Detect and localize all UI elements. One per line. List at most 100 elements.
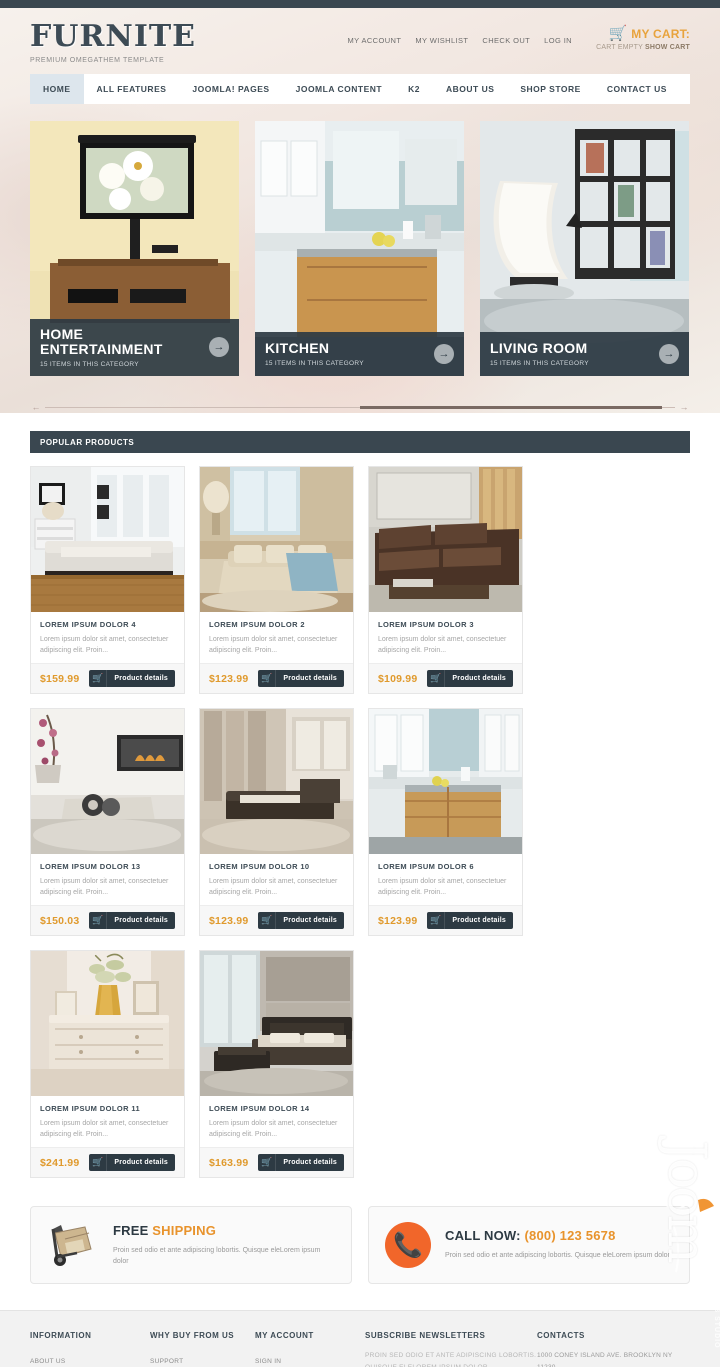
- product-details-label: Product details: [114, 1159, 168, 1166]
- slider-scrollbar[interactable]: ← →: [30, 401, 690, 413]
- cart-title: MY CART:: [631, 26, 690, 41]
- footer-column-why-buy: WHY BUY FROM US SUPPORT FAQS SITEMAP HEL…: [150, 1331, 255, 1367]
- product-price: $123.99: [209, 672, 249, 685]
- slider-track[interactable]: [45, 405, 675, 409]
- product-description: Lorem ipsum dolor sit amet, consectetuer…: [40, 1120, 169, 1138]
- main-content: POPULAR PRODUCTS LOREM IPSUM DOLOR 4 Lor…: [0, 431, 720, 1367]
- nav-item-k2[interactable]: K2: [395, 74, 433, 104]
- product-image[interactable]: [31, 951, 184, 1096]
- nav-item-contact-us[interactable]: CONTACT US: [594, 74, 680, 104]
- product-image[interactable]: [200, 951, 353, 1096]
- product-title: LOREM IPSUM DOLOR 3: [378, 620, 474, 629]
- cart-icon: 🛒: [427, 670, 446, 687]
- arrow-left-icon[interactable]: ←: [30, 402, 42, 412]
- category-title: KITCHEN: [265, 340, 330, 357]
- top-link-my-wishlist[interactable]: MY WISHLIST: [415, 36, 468, 45]
- footer-link-sign-in[interactable]: SIGN IN: [255, 1358, 281, 1365]
- footer-heading: INFORMATION: [30, 1331, 92, 1340]
- product-card[interactable]: LOREM IPSUM DOLOR 10 Lorem ipsum dolor s…: [199, 708, 354, 936]
- category-items-count: 15 ITEMS IN THIS CATEGORY: [265, 359, 364, 367]
- product-card[interactable]: LOREM IPSUM DOLOR 6 Lorem ipsum dolor si…: [368, 708, 523, 936]
- product-price: $159.99: [40, 672, 80, 685]
- product-details-button[interactable]: 🛒 Product details: [427, 912, 513, 929]
- popular-products-title: POPULAR PRODUCTS: [40, 437, 135, 447]
- slider-thumb[interactable]: [360, 405, 663, 409]
- product-title: LOREM IPSUM DOLOR 13: [40, 862, 141, 871]
- footer-link-about-us[interactable]: ABOUT US: [30, 1358, 66, 1365]
- site-footer: INFORMATION ABOUT US CUSTOMER SERVICE PR…: [0, 1310, 720, 1367]
- product-card[interactable]: LOREM IPSUM DOLOR 11 Lorem ipsum dolor s…: [30, 950, 185, 1178]
- category-card-home-entertainment[interactable]: HOME ENTERTAINMENT 15 ITEMS IN THIS CATE…: [30, 121, 239, 376]
- arrow-right-icon[interactable]: →: [209, 337, 229, 358]
- promo-title: FREE SHIPPING: [113, 1223, 335, 1238]
- cart-icon: 🛒: [427, 912, 446, 929]
- product-illustration-bedroom-white: [31, 467, 184, 612]
- cart-icon: 🛒: [89, 670, 108, 687]
- category-title: LIVING ROOM: [490, 340, 588, 357]
- category-card-kitchen[interactable]: KITCHEN 15 ITEMS IN THIS CATEGORY →: [255, 121, 464, 376]
- product-description: Lorem ipsum dolor sit amet, consectetuer…: [378, 878, 507, 896]
- product-details-button[interactable]: 🛒 Product details: [258, 1154, 344, 1171]
- top-strip: [0, 0, 720, 8]
- main-nav: HOME ALL FEATURES JOOMLA! PAGES JOOMLA C…: [30, 74, 690, 104]
- top-link-my-account[interactable]: MY ACCOUNT: [347, 36, 401, 45]
- product-details-button[interactable]: 🛒 Product details: [89, 912, 175, 929]
- product-details-button[interactable]: 🛒 Product details: [89, 1154, 175, 1171]
- product-image[interactable]: [200, 467, 353, 612]
- product-price: $163.99: [209, 1156, 249, 1169]
- product-illustration-dresser-vase: [31, 951, 184, 1096]
- product-image[interactable]: [31, 467, 184, 612]
- product-card[interactable]: LOREM IPSUM DOLOR 14 Lorem ipsum dolor s…: [199, 950, 354, 1178]
- nav-item-about-us[interactable]: ABOUT US: [433, 74, 507, 104]
- product-image[interactable]: [31, 709, 184, 854]
- product-title: LOREM IPSUM DOLOR 11: [40, 1104, 141, 1113]
- header-hero: FURNITE PREMIUM OMEGATHEM TEMPLATE MY AC…: [0, 8, 720, 413]
- product-details-label: Product details: [283, 917, 337, 924]
- footer-link-support[interactable]: SUPPORT: [150, 1358, 183, 1365]
- top-link-log-in[interactable]: LOG IN: [544, 36, 572, 45]
- show-cart-link[interactable]: SHOW CART: [645, 44, 690, 51]
- product-details-button[interactable]: 🛒 Product details: [89, 670, 175, 687]
- footer-heading: CONTACTS: [537, 1331, 585, 1340]
- footer-heading: WHY BUY FROM US: [150, 1331, 235, 1340]
- nav-item-shop-store[interactable]: SHOP STORE: [507, 74, 593, 104]
- product-image[interactable]: [369, 709, 522, 854]
- nav-item-home[interactable]: HOME: [30, 74, 84, 104]
- product-title: LOREM IPSUM DOLOR 10: [209, 862, 310, 871]
- product-image[interactable]: [369, 467, 522, 612]
- product-image[interactable]: [200, 709, 353, 854]
- logo-tagline: PREMIUM OMEGATHEM TEMPLATE: [30, 57, 165, 64]
- nav-item-joomla-content[interactable]: JOOMLA CONTENT: [283, 74, 396, 104]
- product-card[interactable]: LOREM IPSUM DOLOR 3 Lorem ipsum dolor si…: [368, 466, 523, 694]
- arrow-right-icon[interactable]: →: [659, 344, 679, 364]
- nav-item-all-features[interactable]: ALL FEATURES: [84, 74, 180, 104]
- product-description: Lorem ipsum dolor sit amet, consectetuer…: [209, 636, 338, 654]
- product-card[interactable]: LOREM IPSUM DOLOR 13 Lorem ipsum dolor s…: [30, 708, 185, 936]
- arrow-right-icon[interactable]: →: [678, 402, 690, 412]
- arrow-right-icon[interactable]: →: [434, 344, 454, 364]
- product-details-label: Product details: [283, 675, 337, 682]
- top-links: MY ACCOUNT MY WISHLIST CHECK OUT LOG IN: [347, 36, 572, 45]
- product-details-button[interactable]: 🛒 Product details: [258, 670, 344, 687]
- product-card[interactable]: LOREM IPSUM DOLOR 2 Lorem ipsum dolor si…: [199, 466, 354, 694]
- top-link-check-out[interactable]: CHECK OUT: [482, 36, 530, 45]
- footer-heading: MY ACCOUNT: [255, 1331, 314, 1340]
- nav-item-joomla-pages[interactable]: JOOMLA! PAGES: [179, 74, 282, 104]
- category-card-living-room[interactable]: LIVING ROOM 15 ITEMS IN THIS CATEGORY →: [480, 121, 689, 376]
- contact-address: 1000 CONEY ISLAND AVE. BROOKLYN NY 11230: [537, 1352, 673, 1367]
- product-card[interactable]: LOREM IPSUM DOLOR 4 Lorem ipsum dolor si…: [30, 466, 185, 694]
- product-details-button[interactable]: 🛒 Product details: [258, 912, 344, 929]
- product-details-label: Product details: [114, 917, 168, 924]
- product-title: LOREM IPSUM DOLOR 14: [209, 1104, 310, 1113]
- site-logo[interactable]: FURNITE PREMIUM OMEGATHEM TEMPLATE: [30, 22, 196, 65]
- promo-call-now[interactable]: 📞 CALL NOW: (800) 123 5678 Proin sed odi…: [368, 1206, 690, 1284]
- cart-icon: 🛒: [258, 1154, 277, 1171]
- popular-products-heading: POPULAR PRODUCTS: [30, 431, 690, 453]
- cart-widget[interactable]: 🛒 MY CART: CART EMPTY SHOW CART: [580, 26, 690, 51]
- footer-column-my-account: MY ACCOUNT SIGN IN VIEW CART MY WISHLIST…: [255, 1331, 365, 1367]
- cart-icon: 🛒: [608, 25, 628, 42]
- product-details-button[interactable]: 🛒 Product details: [427, 670, 513, 687]
- delivery-truck-icon: [47, 1223, 99, 1267]
- promo-free-shipping[interactable]: FREE SHIPPING Proin sed odio et ante adi…: [30, 1206, 352, 1284]
- category-title: HOME ENTERTAINMENT: [40, 325, 163, 358]
